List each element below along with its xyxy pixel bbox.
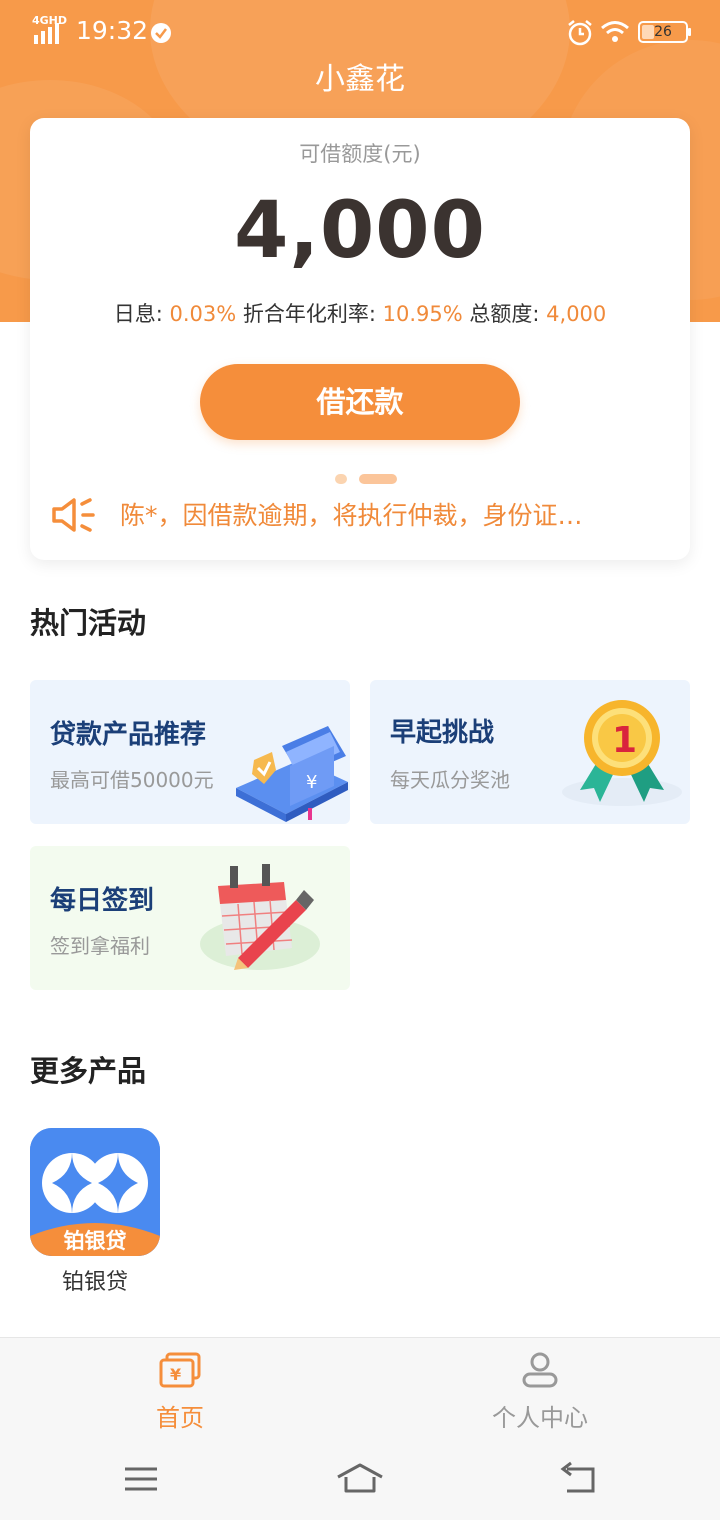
notice-text: 陈*，因借款逾期，将执行仲裁，身份证… — [120, 501, 583, 530]
svg-text:¥: ¥ — [306, 772, 317, 793]
svg-text:1: 1 — [612, 720, 637, 761]
battery-icon: 26 — [638, 21, 691, 43]
annual-rate-label: 折合年化利率: — [236, 302, 383, 326]
clock-time: 19:32 — [76, 16, 149, 45]
carousel-indicator — [335, 474, 405, 484]
system-navigation-bar — [0, 1437, 720, 1520]
daily-rate-value: 0.03% — [169, 302, 237, 326]
more-products-title: 更多产品 — [30, 1054, 147, 1088]
battery-level: 26 — [654, 24, 672, 40]
total-limit-value: 4,000 — [546, 302, 607, 326]
activity-subtitle: 每天瓜分奖池 — [390, 768, 510, 792]
hot-activities-title: 热门活动 — [30, 606, 147, 640]
carousel-dot-active — [359, 474, 397, 484]
user-icon — [522, 1352, 558, 1388]
product-logo[interactable]: 铂银贷 — [30, 1128, 160, 1256]
wallet-yuan-icon: ¥ — [159, 1352, 201, 1388]
product-logo-text: 铂银贷 — [64, 1229, 127, 1253]
activity-subtitle: 签到拿福利 — [50, 934, 150, 958]
product-logo-graphic: 铂银贷 — [30, 1128, 160, 1256]
tab-label: 个人中心 — [492, 1404, 588, 1432]
credit-limit-card: 可借额度(元) 4,000 日息: 0.03% 折合年化利率: 10.95% 总… — [30, 118, 690, 560]
tab-label: 首页 — [156, 1404, 204, 1432]
megaphone-icon — [52, 498, 95, 532]
total-limit-label: 总额度: — [462, 302, 547, 326]
home-icon[interactable] — [336, 1459, 384, 1499]
gold-medal-icon: 1 — [562, 700, 682, 806]
signal-icon — [34, 23, 59, 44]
bottom-tab-bar: ¥ 首页 个人中心 — [0, 1337, 720, 1437]
verified-check-icon — [151, 23, 171, 43]
activity-title: 每日签到 — [50, 886, 155, 916]
back-icon[interactable] — [555, 1459, 603, 1499]
carousel-dot — [335, 474, 347, 484]
svg-text:¥: ¥ — [170, 1365, 181, 1384]
alarm-icon — [568, 20, 592, 46]
activity-card-early-challenge[interactable]: 早起挑战 每天瓜分奖池 1 — [370, 680, 690, 824]
borrow-repay-button[interactable]: 借还款 — [200, 364, 520, 440]
activity-card-daily-checkin[interactable]: 每日签到 签到拿福利 — [30, 846, 350, 990]
calendar-pen-icon — [200, 864, 320, 970]
activity-title: 早起挑战 — [390, 718, 495, 748]
activity-title: 贷款产品推荐 — [50, 720, 207, 750]
wifi-icon — [601, 21, 629, 42]
daily-rate-label: 日息: — [113, 302, 170, 326]
notice-marquee[interactable]: 陈*，因借款逾期，将执行仲裁，身份证… — [50, 492, 670, 538]
bank-building-icon: ¥ — [236, 726, 348, 822]
tab-profile[interactable]: 个人中心 — [360, 1338, 720, 1438]
product-name: 铂银贷 — [61, 1270, 128, 1295]
tab-home[interactable]: ¥ 首页 — [0, 1338, 360, 1438]
annual-rate-value: 10.95% — [382, 302, 463, 326]
menu-icon[interactable] — [117, 1459, 165, 1499]
activity-subtitle: 最高可借50000元 — [50, 768, 214, 792]
credit-limit-label: 可借额度(元) — [299, 142, 421, 166]
activity-card-loan-recommend[interactable]: 贷款产品推荐 最高可借50000元 ¥ — [30, 680, 350, 824]
credit-limit-amount: 4,000 — [234, 186, 486, 276]
rate-info: 日息: 0.03% 折合年化利率: 10.95% 总额度: 4,000 — [30, 298, 690, 328]
app-title: 小鑫花 — [315, 62, 405, 97]
